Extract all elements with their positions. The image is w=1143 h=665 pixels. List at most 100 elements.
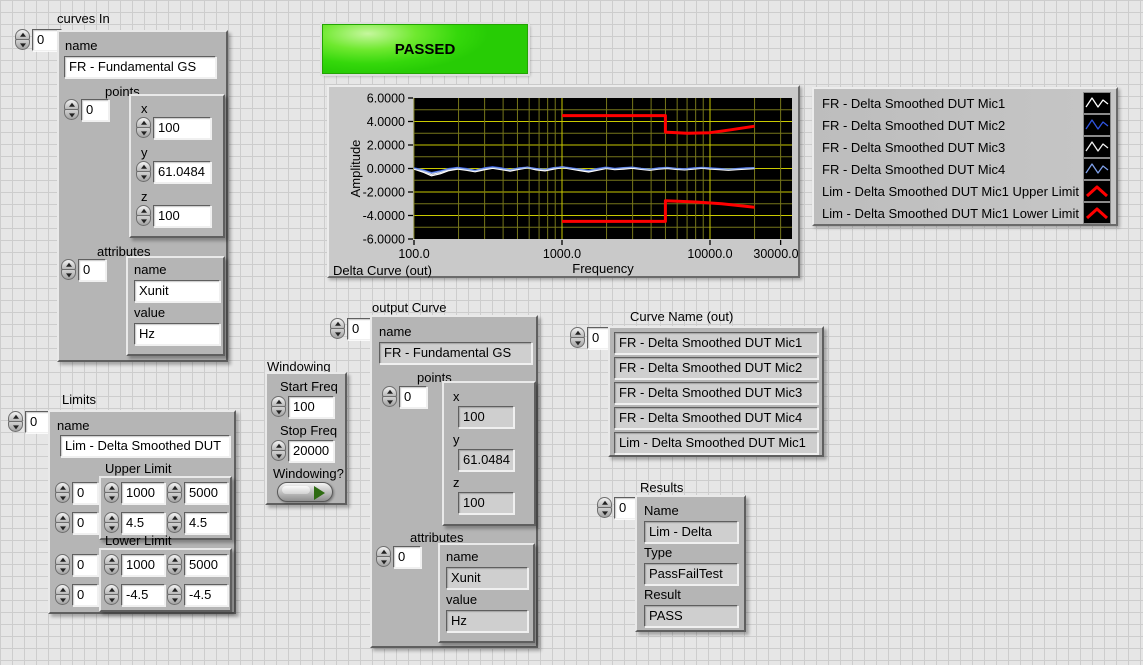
upper-y2-control[interactable]: 4.5 [167,512,228,534]
upper-y2-spinner[interactable] [167,512,182,534]
start-freq-field[interactable]: 100 [288,396,334,418]
curves-in-attr-value-field[interactable]: Hz [134,323,220,345]
curves-in-points-index-spinner[interactable] [64,99,79,121]
curves-in-index-control[interactable]: 0 [15,29,62,51]
curves-in-attr-index-spinner[interactable] [61,259,76,281]
x-tick-label: 10000.0 [687,247,732,261]
upper-x2-field[interactable]: 5000 [184,482,228,504]
output-attr-name-label: name [446,549,479,564]
y-tick-label: -6.0000 [363,233,405,247]
lower-index1-control[interactable]: 0 [55,554,98,576]
upper-index2-field[interactable]: 0 [72,512,98,534]
y-spinner[interactable] [136,161,151,183]
lower-x2-spinner[interactable] [167,554,182,576]
upper-index2-control[interactable]: 0 [55,512,98,534]
upper-x2-control[interactable]: 5000 [167,482,228,504]
curve-name-item-2: FR - Delta Smoothed DUT Mic3 [614,382,818,404]
output-attributes-cluster: name Xunit value Hz [438,543,535,643]
stop-freq-field[interactable]: 20000 [288,440,334,462]
results-index-spinner[interactable] [597,497,612,519]
upper-index1-spinner[interactable] [55,482,70,504]
output-attr-index-spinner[interactable] [376,546,391,568]
upper-index1-control[interactable]: 0 [55,482,98,504]
curves-in-x-field[interactable]: 100 [153,117,211,139]
curves-in-attributes-cluster: name Xunit value Hz [126,256,225,356]
x-spinner[interactable] [136,117,151,139]
windowing-toggle[interactable] [277,482,333,502]
legend-item-label: FR - Delta Smoothed DUT Mic2 [822,118,1080,133]
output-name-field: FR - Fundamental GS [379,342,532,364]
limits-name-field[interactable]: Lim - Delta Smoothed DUT [60,435,230,457]
upper-limit-array: 1000 5000 4.5 4.5 [99,476,232,540]
curves-in-x-control[interactable]: 100 [136,117,211,139]
lower-index2-control[interactable]: 0 [55,584,98,606]
delta-curve-chart: 6.00004.00002.00000.0000-2.0000-4.0000-6… [327,85,800,278]
upper-y1-field[interactable]: 4.5 [121,512,165,534]
upper-x1-field[interactable]: 1000 [121,482,165,504]
upper-x1-spinner[interactable] [104,482,119,504]
curves-in-index-spinner[interactable] [15,29,30,51]
x-tick-label: 100.0 [398,247,429,261]
output-attr-index-control[interactable]: 0 [376,546,421,568]
lower-y1-field[interactable]: -4.5 [121,584,165,606]
chart-caption: Delta Curve (out) [333,263,432,278]
lower-y2-spinner[interactable] [167,584,182,606]
upper-x2-spinner[interactable] [167,482,182,504]
z-spinner[interactable] [136,205,151,227]
attr-value-label: value [134,305,165,320]
output-curve-index-spinner[interactable] [330,318,345,340]
legend-item-4: Lim - Delta Smoothed DUT Mic1 Upper Limi… [822,180,1110,202]
curves-in-points-index-control[interactable]: 0 [64,99,109,121]
lower-y1-control[interactable]: -4.5 [104,584,165,606]
curves-in-points-index-field[interactable]: 0 [81,99,109,121]
start-freq-control[interactable]: 100 [271,396,334,418]
legend-item-2: FR - Delta Smoothed DUT Mic3 [822,136,1110,158]
lower-x1-control[interactable]: 1000 [104,554,165,576]
curve-name-index-spinner[interactable] [570,327,585,349]
curve-name-out-label: Curve Name (out) [630,309,733,324]
start-freq-spinner[interactable] [271,396,286,418]
curves-in-y-control[interactable]: 61.0484 [136,161,211,183]
curve-name-item-4: Lim - Delta Smoothed DUT Mic1 [614,432,818,454]
results-label: Results [640,480,683,495]
curves-in-z-control[interactable]: 100 [136,205,211,227]
y-tick-label: 2.0000 [367,139,405,153]
output-x-field: 100 [458,406,514,428]
upper-y1-control[interactable]: 4.5 [104,512,165,534]
curves-in-y-field[interactable]: 61.0484 [153,161,211,183]
limits-index-spinner[interactable] [8,411,23,433]
lower-index2-spinner[interactable] [55,584,70,606]
curves-in-z-field[interactable]: 100 [153,205,211,227]
lower-x2-control[interactable]: 5000 [167,554,228,576]
stop-freq-control[interactable]: 20000 [271,440,334,462]
curves-in-name-label: name [65,38,98,53]
results-cluster: Name Lim - Delta Type PassFailTest Resul… [635,495,746,632]
curves-in-attr-name-field[interactable]: Xunit [134,280,220,302]
upper-y2-field[interactable]: 4.5 [184,512,228,534]
lower-index1-field[interactable]: 0 [72,554,98,576]
lower-x1-spinner[interactable] [104,554,119,576]
legend-item-1: FR - Delta Smoothed DUT Mic2 [822,114,1110,136]
output-points-index-control[interactable]: 0 [382,386,427,408]
y-axis-label: Amplitude [348,140,363,198]
output-attr-index-field[interactable]: 0 [393,546,421,568]
lower-x1-field[interactable]: 1000 [121,554,165,576]
x-tick-label: 30000.0 [753,247,798,261]
lower-x2-field[interactable]: 5000 [184,554,228,576]
upper-index2-spinner[interactable] [55,512,70,534]
output-points-index-spinner[interactable] [382,386,397,408]
lower-y1-spinner[interactable] [104,584,119,606]
stop-freq-spinner[interactable] [271,440,286,462]
curves-in-attr-index-field[interactable]: 0 [78,259,106,281]
lower-y2-field[interactable]: -4.5 [184,584,228,606]
output-curve-cluster: name FR - Fundamental GS points 0 x 100 … [370,315,538,648]
upper-y1-spinner[interactable] [104,512,119,534]
upper-x1-control[interactable]: 1000 [104,482,165,504]
curves-in-attr-index-control[interactable]: 0 [61,259,106,281]
upper-index1-field[interactable]: 0 [72,482,98,504]
lower-index2-field[interactable]: 0 [72,584,98,606]
output-points-index-field[interactable]: 0 [399,386,427,408]
curves-in-name-field[interactable]: FR - Fundamental GS [64,56,216,78]
lower-y2-control[interactable]: -4.5 [167,584,228,606]
lower-index1-spinner[interactable] [55,554,70,576]
